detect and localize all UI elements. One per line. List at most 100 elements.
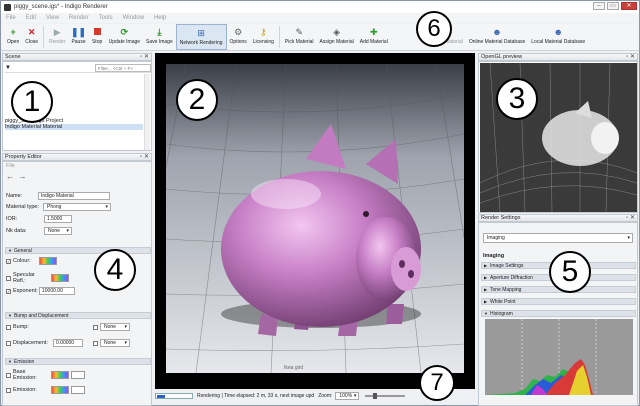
collapse-arrow-icon[interactable]: ▼ <box>5 65 11 71</box>
title-bar: piggy_scene.igs* - Indigo Renderer – ▭ ✕ <box>1 1 639 13</box>
bump-checkbox[interactable] <box>6 324 11 330</box>
material-type-dropdown[interactable]: Phong <box>43 203 111 211</box>
local-material-database-button[interactable]: ☻ Local Material Database <box>528 24 588 50</box>
colour-swatch[interactable] <box>39 257 57 265</box>
gear-icon: ⚙ <box>234 26 243 37</box>
render-status-text: Rendering | Time elapsed: 2 m, 33 s, nex… <box>197 393 315 399</box>
render-settings-header: Render Settings ▫ ✕ <box>478 214 638 222</box>
bump-texture-checkbox[interactable] <box>93 324 98 330</box>
bump-dropdown[interactable]: None <box>100 323 130 331</box>
imaging-heading: Imaging <box>483 253 505 259</box>
options-button[interactable]: ⚙ Options <box>227 24 250 50</box>
window-title: piggy_scene.igs* - Indigo Renderer <box>14 4 108 10</box>
specular-row: Specular Refl.: <box>6 272 69 284</box>
base-emission-color[interactable] <box>71 371 85 379</box>
callout-7: 7 <box>419 365 455 401</box>
section-general[interactable]: General <box>5 247 151 254</box>
stop-icon <box>92 26 103 37</box>
nk-data-dropdown[interactable]: None <box>44 227 72 235</box>
opengl-preview-header: OpenGL preview ▫ ✕ <box>478 53 638 61</box>
pause-button[interactable]: ❚❚ Pause <box>68 24 88 50</box>
back-arrow-icon[interactable]: ← <box>6 172 14 181</box>
refresh-icon: ⟳ <box>120 26 129 37</box>
displacement-row: Displacement: 0.00000 None <box>6 339 130 347</box>
open-button[interactable]: + Open <box>4 24 22 50</box>
scene-filter-input[interactable] <box>95 64 151 72</box>
property-editor-header: Property Editor ▫ ✕ <box>2 153 152 161</box>
add-material-button[interactable]: ✚ Add Material <box>357 24 391 50</box>
forward-arrow-icon[interactable]: → <box>18 172 26 181</box>
colour-checkbox[interactable]: ✓ <box>6 258 11 264</box>
menu-view[interactable]: View <box>46 15 59 21</box>
displacement-field[interactable]: 0.00000 <box>53 339 83 347</box>
network-icon: ⊞ <box>197 27 205 38</box>
specular-checkbox[interactable] <box>6 275 11 281</box>
network-rendering-button[interactable]: ⊞ Network Rendering <box>175 24 227 50</box>
menu-bar: File Edit View Render Tools Window Help <box>1 13 639 23</box>
callout-3: 3 <box>496 78 538 120</box>
maximize-icon[interactable]: ▭ <box>607 2 619 10</box>
emission-swatch[interactable] <box>51 386 69 394</box>
toolbar-separator <box>278 26 280 48</box>
assign-material-button[interactable]: ◈ Assign Material <box>317 24 357 50</box>
section-bump-displacement[interactable]: Bump and Displacement <box>5 312 151 319</box>
save-image-button[interactable]: ⤓ Save Image <box>143 24 176 50</box>
exponent-checkbox[interactable]: ✓ <box>6 288 11 294</box>
scene-panel-header: Scene ▫ ✕ <box>2 53 152 61</box>
render-button[interactable]: ▶ Render <box>46 24 68 50</box>
render-progress-bar <box>155 393 193 399</box>
stop-button[interactable]: Stop <box>89 24 106 50</box>
play-icon: ▶ <box>53 26 61 37</box>
base-emission-swatch[interactable] <box>51 371 69 379</box>
key-icon: ⚷ <box>260 26 267 37</box>
emission-row: Emission: <box>6 386 85 394</box>
ior-row: IOR: 1.5000 <box>6 215 72 223</box>
window-controls: – ▭ ✕ <box>593 2 637 10</box>
menu-window[interactable]: Window <box>123 15 144 21</box>
app-window: piggy_scene.igs* - Indigo Renderer – ▭ ✕… <box>0 0 640 406</box>
update-image-button[interactable]: ⟳ Update Image <box>106 24 143 50</box>
paint-bucket-icon: ◈ <box>333 26 341 37</box>
ior-spinbox[interactable]: 1.5000 <box>44 215 72 223</box>
panel-float-close-icon[interactable]: ▫ ✕ <box>140 54 149 61</box>
render-mode-dropdown[interactable]: Imaging <box>483 233 633 243</box>
section-emission[interactable]: Emission <box>5 358 151 365</box>
menu-help[interactable]: Help <box>154 15 166 21</box>
zoom-dropdown[interactable]: 100% <box>335 392 360 400</box>
close-window-icon[interactable]: ✕ <box>621 2 637 10</box>
exponent-field[interactable]: 10000.00 <box>39 287 75 295</box>
menu-tools[interactable]: Tools <box>99 15 113 21</box>
nav-arrows: ← → <box>6 172 26 181</box>
zoom-slider[interactable] <box>365 393 406 399</box>
licensing-button[interactable]: ⚷ Licensing <box>250 24 277 50</box>
close-button[interactable]: ✕ Close <box>22 24 41 50</box>
base-emission-checkbox[interactable] <box>6 372 11 378</box>
panel-float-close-icon[interactable]: ▫ ✕ <box>626 54 635 61</box>
property-path: File <box>6 163 15 169</box>
menu-edit[interactable]: Edit <box>26 15 36 21</box>
displacement-dropdown[interactable]: None <box>100 339 130 347</box>
material-name-field[interactable]: Indigo Material <box>38 192 110 200</box>
minimize-icon[interactable]: – <box>593 2 605 10</box>
pick-material-button[interactable]: ✎ Pick Material <box>282 24 317 50</box>
displacement-checkbox[interactable] <box>6 340 11 346</box>
scene-filter-bar: ▼ <box>5 64 151 73</box>
specular-swatch[interactable] <box>51 274 69 282</box>
panel-float-close-icon[interactable]: ▫ ✕ <box>626 215 635 222</box>
menu-render[interactable]: Render <box>69 15 89 21</box>
emission-color[interactable] <box>71 386 85 394</box>
panel-float-close-icon[interactable]: ▫ ✕ <box>140 154 149 161</box>
online-material-database-button[interactable]: ☻ Online Material Database <box>466 24 528 50</box>
bump-row: Bump: None <box>6 323 130 331</box>
eyedropper-icon: ✎ <box>295 26 303 37</box>
scene-scrollbar[interactable] <box>144 74 150 150</box>
histogram-chart <box>485 319 633 395</box>
section-histogram[interactable]: Histogram <box>481 310 636 317</box>
emission-checkbox[interactable] <box>6 387 11 393</box>
material-type-row: Material type: Phong <box>6 203 111 211</box>
section-white-point[interactable]: White Point <box>481 298 636 305</box>
tree-item-material[interactable]: Indigo Material Material <box>5 124 143 130</box>
colour-row: ✓ Colour: <box>6 257 57 265</box>
menu-file[interactable]: File <box>6 15 16 21</box>
displacement-texture-checkbox[interactable] <box>93 340 98 346</box>
